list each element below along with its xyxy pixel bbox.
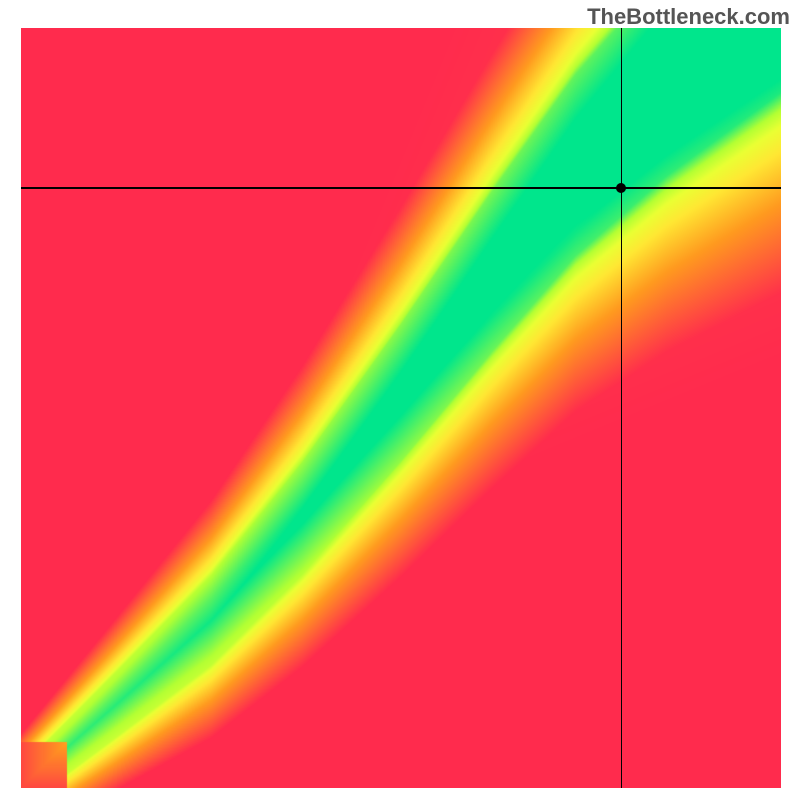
crosshair-horizontal [21, 187, 781, 189]
crosshair-vertical [621, 28, 623, 788]
heatmap-canvas [21, 28, 781, 788]
heatmap-plot [21, 28, 781, 788]
chart-container: TheBottleneck.com [0, 0, 800, 800]
crosshair-marker [616, 183, 626, 193]
watermark-text: TheBottleneck.com [587, 4, 790, 30]
